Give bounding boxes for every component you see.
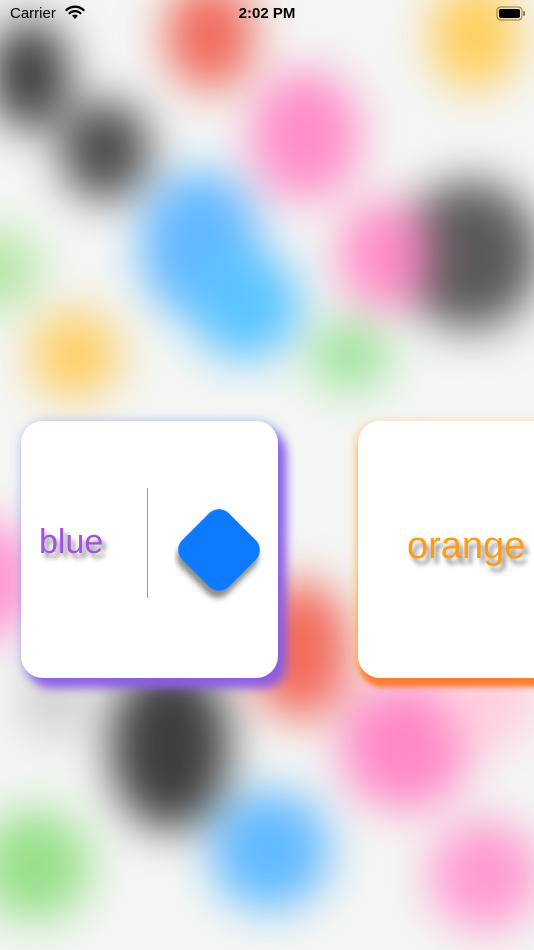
card-divider	[147, 488, 148, 598]
card-label: blue	[39, 523, 104, 561]
diamond-icon	[174, 505, 294, 630]
status-bar: Carrier 2:02 PM	[0, 0, 534, 30]
battery-icon	[496, 6, 526, 26]
card-label: orange	[407, 525, 526, 567]
color-card-blue[interactable]: blue	[21, 421, 278, 678]
screen: Carrier 2:02 PM blue orange	[0, 0, 534, 950]
clock: 2:02 PM	[238, 5, 296, 22]
color-card-orange[interactable]: orange	[358, 421, 534, 678]
